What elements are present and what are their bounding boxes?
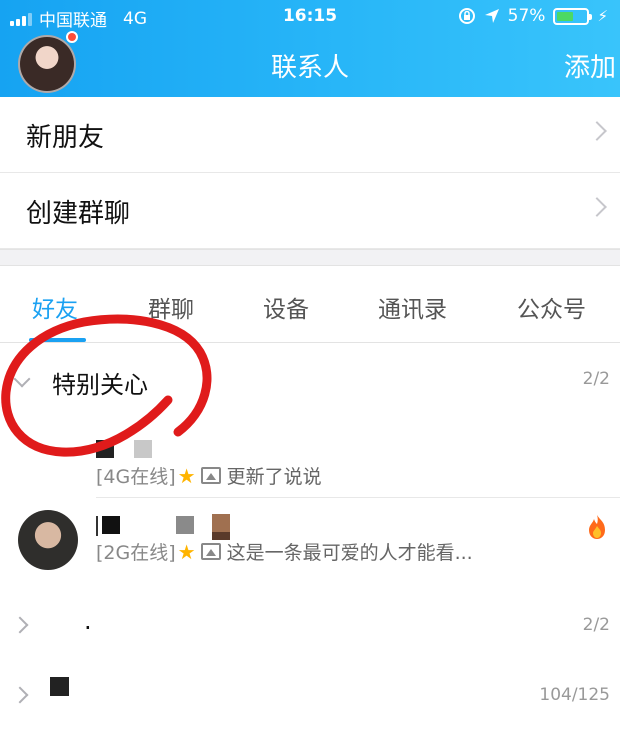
group-special-care[interactable]: 特别关心 2/2	[0, 357, 620, 417]
rotation-lock-icon	[458, 8, 475, 24]
chevron-right-icon	[587, 197, 607, 217]
section-gap	[0, 249, 620, 266]
tab-devices[interactable]: 设备	[263, 290, 309, 324]
battery-percent: 57%	[507, 6, 546, 26]
tab-official-accounts[interactable]: 公众号	[517, 290, 586, 324]
friend-name-redacted	[96, 430, 152, 458]
new-friends-row[interactable]: 新朋友	[0, 97, 620, 173]
add-button[interactable]: 添加	[564, 47, 616, 84]
group-collapsed[interactable]: . 2/2	[0, 603, 620, 663]
page-title: 联系人	[270, 53, 349, 83]
charging-icon: ⚡	[597, 7, 608, 25]
create-group-label: 创建群聊	[26, 199, 131, 229]
chevron-right-icon	[587, 121, 607, 141]
friend-row[interactable]: [2G在线] ★ 这是一条最可爱的人才能看...	[0, 500, 620, 578]
friend-name-redacted	[96, 508, 230, 540]
friend-update-text: 更新了说说	[226, 466, 322, 488]
tab-friends[interactable]: 好友	[32, 290, 78, 324]
location-icon	[484, 9, 499, 23]
fire-icon	[589, 515, 605, 539]
tab-groups[interactable]: 群聊	[148, 290, 194, 324]
group-collapsed[interactable]: 104/125	[0, 673, 620, 733]
online-status: [2G在线]	[96, 542, 176, 564]
group-name: 特别关心	[52, 371, 148, 399]
notification-dot	[66, 31, 78, 43]
chevron-right-icon	[11, 686, 29, 704]
friend-status: [4G在线] ★ 更新了说说	[96, 462, 322, 489]
tab-address-book[interactable]: 通讯录	[378, 290, 447, 324]
chevron-down-icon	[13, 370, 31, 388]
active-tab-indicator	[29, 338, 86, 342]
create-group-row[interactable]: 创建群聊	[0, 173, 620, 249]
friend-status: [2G在线] ★ 这是一条最可爱的人才能看...	[96, 538, 473, 565]
online-status: [4G在线]	[96, 466, 176, 488]
status-bar: 中国联通 4G 16:15 57% ⚡	[0, 6, 620, 31]
header-bar: 中国联通 4G 16:15 57% ⚡ 联系人 添加	[0, 0, 620, 97]
group-count: 104/125	[539, 685, 610, 705]
friend-avatar	[18, 510, 78, 570]
battery-icon	[553, 7, 593, 25]
group-name-redacted	[50, 677, 69, 696]
contact-tabs: 好友 群聊 设备 通讯录 公众号	[0, 266, 620, 343]
group-name: .	[84, 607, 92, 635]
image-icon	[200, 467, 221, 484]
friend-row[interactable]: [4G在线] ★ 更新了说说	[0, 422, 620, 500]
chevron-right-icon	[11, 616, 29, 634]
group-count: 2/2	[582, 615, 610, 635]
group-count: 2/2	[582, 369, 610, 389]
image-icon	[200, 543, 221, 560]
star-icon: ★	[177, 539, 196, 564]
star-icon: ★	[177, 463, 196, 488]
new-friends-label: 新朋友	[26, 123, 105, 153]
list-divider	[96, 497, 620, 498]
friend-update-text: 这是一条最可爱的人才能看...	[226, 542, 473, 564]
